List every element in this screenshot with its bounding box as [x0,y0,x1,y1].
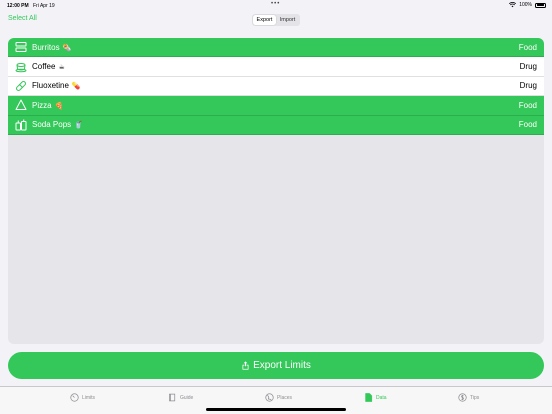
segment-export[interactable]: Export [253,15,276,25]
item-name: Burritos 🌯 [32,42,72,52]
item-name: Soda Pops 🥤 [32,120,83,130]
export-limits-button[interactable]: Export Limits [8,352,544,379]
item-type: Food [518,100,537,110]
battery-icon [535,2,546,8]
tab-data-label: Data [376,394,387,401]
screen: 12:00 PM Fri Apr 19 ••• 100% Select All … [0,0,552,414]
status-date: Fri Apr 19 [33,3,55,9]
list-item-pizza[interactable]: Pizza 🍕 Food [8,96,544,116]
battery-percentage: 100% [519,2,532,8]
pill-icon [15,80,27,92]
soda-can-icon [15,119,27,131]
select-all-button[interactable]: Select All [8,15,37,22]
item-type: Food [518,120,537,130]
item-name: Pizza 🍕 [32,100,64,110]
list-item-soda-pops[interactable]: Soda Pops 🥤 Food [8,115,544,135]
export-import-segmented-control: Export Import [252,14,300,26]
coffee-cup-icon [15,61,27,73]
multitasking-dots[interactable]: ••• [271,1,280,7]
tab-tips-label: Tips [470,394,480,401]
item-emoji: 🌯 [62,44,72,52]
tab-guide-label: Guide [180,394,194,401]
tab-places[interactable]: Places [265,393,292,402]
list-item-fluoxetine[interactable]: Fluoxetine 💊 Drug [8,76,544,97]
list-item-coffee[interactable]: Coffee ☕ Drug [8,57,544,77]
item-name: Fluoxetine 💊 [32,81,81,91]
tab-limits[interactable]: Limits [70,393,95,402]
tab-data[interactable]: Data [364,393,387,402]
item-type: Drug [519,81,537,91]
status-indicators: 100% [509,2,546,8]
item-name: Coffee ☕ [32,62,65,72]
segment-import[interactable]: Import [276,15,299,25]
globe-icon [265,393,274,402]
tab-limits-label: Limits [82,394,96,401]
item-emoji: 🥤 [74,122,83,130]
item-emoji: 💊 [71,83,81,91]
status-time: 12:00 PM [7,3,29,9]
document-icon [365,393,373,402]
tab-tips[interactable]: Tips [458,393,479,402]
wifi-icon [509,2,517,8]
gauge-icon [70,393,79,402]
book-icon [169,393,176,402]
item-type: Drug [519,62,537,72]
pizza-slice-icon [15,99,27,111]
tab-places-label: Places [277,394,293,401]
tab-guide[interactable]: Guide [168,393,193,402]
item-emoji: 🍕 [54,102,64,110]
dollar-icon [458,393,467,402]
share-icon [242,361,249,370]
status-bar: 12:00 PM Fri Apr 19 ••• 100% [0,0,552,11]
food-tray-icon [15,41,27,53]
limits-list: Burritos 🌯 Food Coffee ☕ Drug Fluoxetine… [8,38,544,344]
home-indicator[interactable] [206,408,346,411]
export-limits-label: Export Limits [253,360,311,371]
list-item-burritos[interactable]: Burritos 🌯 Food [8,38,544,58]
item-emoji: ☕ [58,64,65,72]
item-type: Food [518,42,537,52]
